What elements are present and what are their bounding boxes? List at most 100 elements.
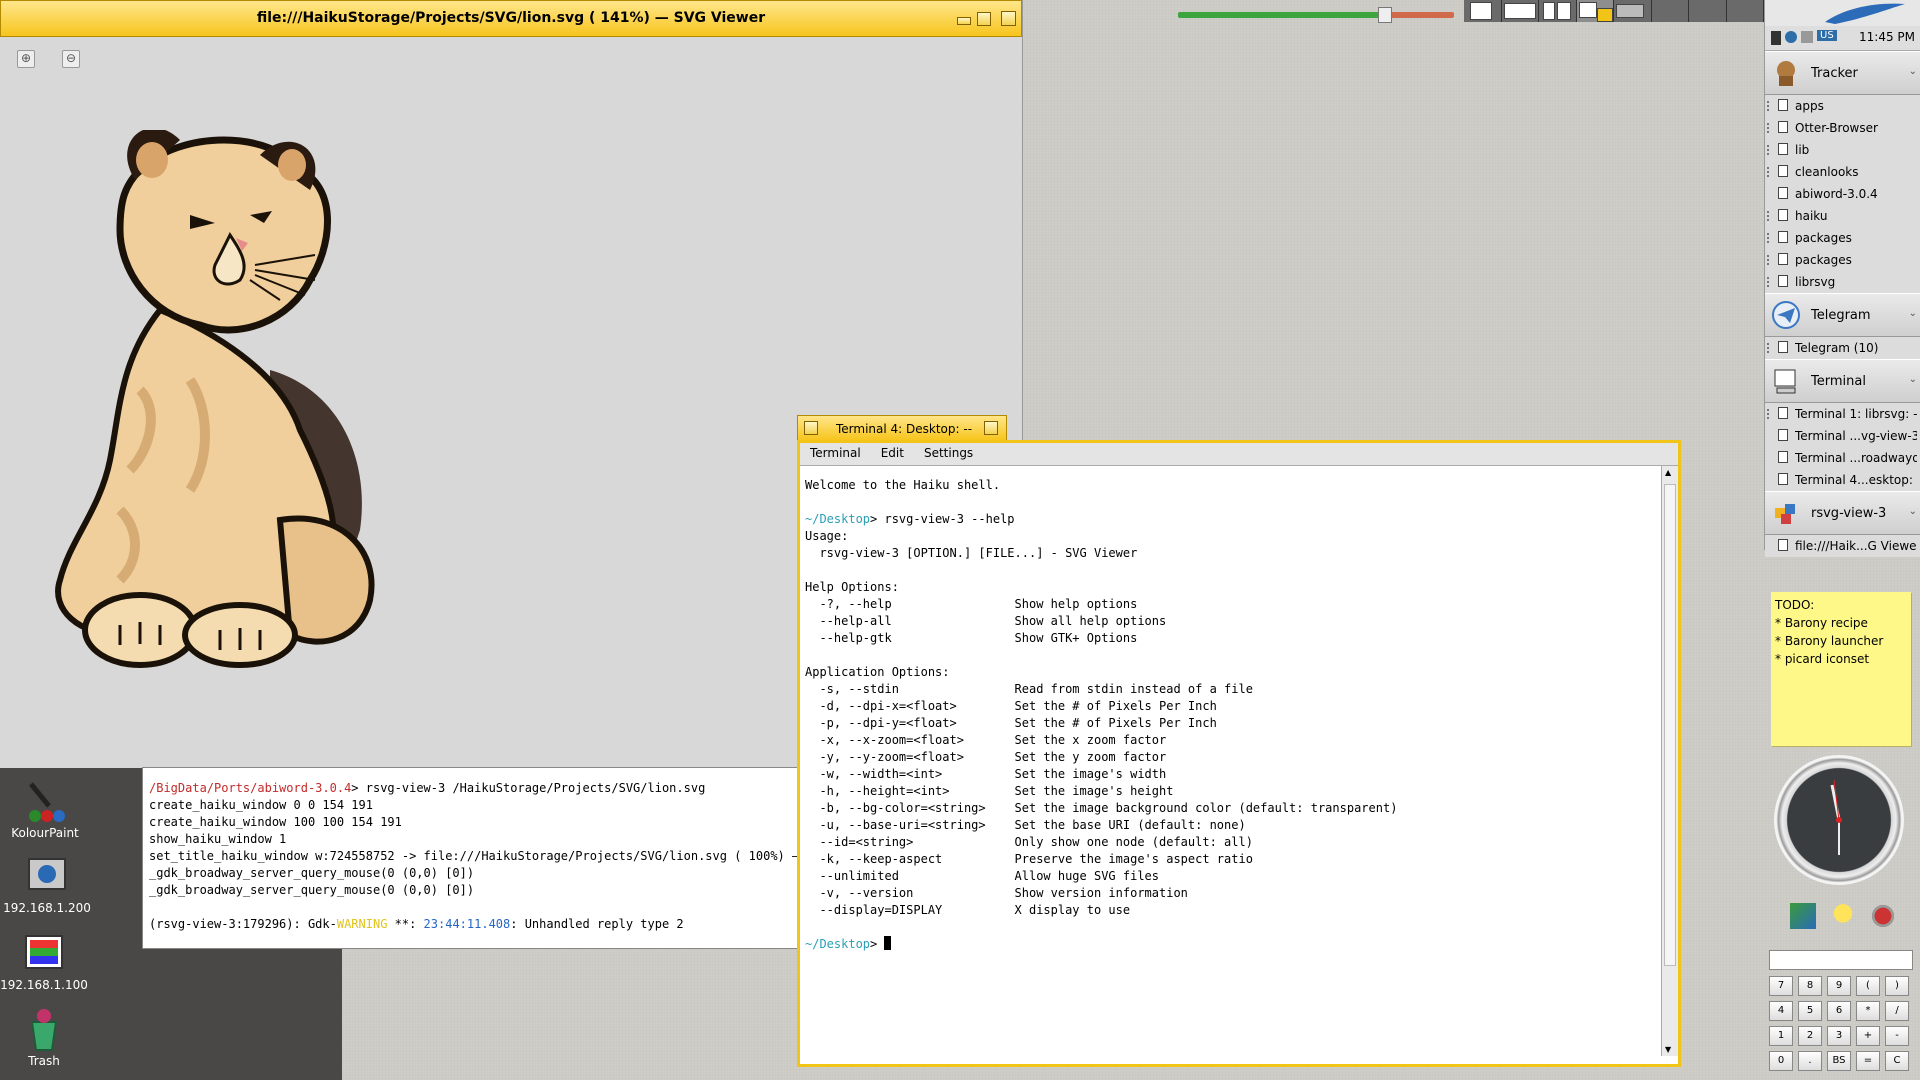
calculator-key[interactable]: 3 [1827,1026,1851,1046]
window-item[interactable]: librsvg [1765,271,1920,293]
calculator-key[interactable]: ) [1885,976,1909,996]
desktop-icon-vnc-100[interactable]: 192.168.1.100 [0,932,94,992]
scroll-down-icon[interactable]: ▼ [1665,1045,1671,1054]
calculator-key[interactable]: ( [1856,976,1880,996]
calculator-display[interactable] [1769,950,1913,970]
calculator-key[interactable]: BS [1827,1051,1851,1071]
workspace-1[interactable] [1464,0,1502,22]
chevron-down-icon[interactable]: ⌄ [1909,66,1917,77]
warning-prefix: (rsvg-view-3:179296): Gdk- [149,917,337,931]
desktop-icon-trash[interactable]: Trash [0,1008,94,1068]
menu-settings[interactable]: Settings [914,443,983,465]
help-line: rsvg-view-3 [OPTION.] [FILE...] - SVG Vi… [819,546,1138,560]
window-item[interactable]: packages [1765,249,1920,271]
desktop-icon-vnc-200[interactable]: 192.168.1.200 [0,855,97,915]
analog-clock[interactable] [1774,755,1904,885]
zoom-out-icon[interactable]: ⊖ [62,50,80,68]
background-terminal-window[interactable]: /BigData/Ports/abiword-3.0.4> rsvg-view-… [142,767,802,949]
network-icon[interactable] [1785,31,1797,43]
workspace-6[interactable] [1651,0,1689,22]
terminal-menubar: Terminal Edit Settings [800,443,1678,466]
window-item[interactable]: Telegram (10) [1765,337,1920,359]
calculator-key[interactable]: 7 [1769,976,1793,996]
tracker-icon [1777,61,1795,86]
calculator-key[interactable]: . [1798,1051,1822,1071]
zoom-window-button[interactable] [984,421,998,435]
window-item[interactable]: file:///Haik...G Viewer [1765,535,1920,557]
calculator-key[interactable]: = [1856,1051,1880,1071]
calculator-key[interactable]: 8 [1798,976,1822,996]
document-icon [1778,429,1788,441]
calculator-key[interactable]: 5 [1798,1001,1822,1021]
close-button[interactable] [804,421,818,435]
chevron-down-icon[interactable]: ⌄ [1909,374,1917,385]
deskbar-clock[interactable]: 11:45 PM [1859,30,1915,44]
terminal-title-tab[interactable]: Terminal 4: Desktop: -- [797,415,1007,441]
team-telegram[interactable]: Telegram ⌄ [1765,293,1920,337]
window-item[interactable]: haiku [1765,205,1920,227]
calculator-key[interactable]: 1 [1769,1026,1793,1046]
chevron-down-icon[interactable]: ⌄ [1909,308,1917,319]
zoom-window-button[interactable] [977,12,991,26]
window-item[interactable]: Terminal ...vg-view-3 [1765,425,1920,447]
team-tracker[interactable]: Tracker ⌄ [1765,51,1920,95]
minimize-button[interactable] [957,17,971,25]
workspace-8[interactable] [1726,0,1764,22]
calculator-key[interactable]: 9 [1827,976,1851,996]
window-item[interactable]: cleanlooks [1765,161,1920,183]
workspace-4[interactable] [1576,0,1614,22]
note-line: * Barony launcher [1775,634,1884,648]
volume-slider[interactable] [1178,7,1454,23]
window-label: Terminal ...roadwayd [1795,451,1917,465]
scroll-up-icon[interactable]: ▲ [1665,468,1671,477]
window-item[interactable]: Terminal 4...esktop: -- [1765,469,1920,491]
volume-level [1178,12,1385,18]
calculator-key[interactable]: / [1885,1001,1909,1021]
svg-viewer-title-tab[interactable]: file:///HaikuStorage/Projects/SVG/lion.s… [0,0,1022,37]
workspace-2[interactable] [1501,0,1539,22]
sticky-note[interactable]: TODO: * Barony recipe * Barony launcher … [1771,592,1911,746]
close-button[interactable] [1001,11,1016,26]
window-label: Terminal ...vg-view-3 [1795,429,1917,443]
document-icon [1778,407,1788,419]
output-line: set_title_haiku_window w:724558752 -> fi… [149,849,802,863]
process-monitor-icon[interactable] [1771,31,1781,45]
window-item[interactable]: Terminal ...roadwayd [1765,447,1920,469]
terminal-scrollbar[interactable]: ▲ ▼ [1661,466,1678,1056]
window-label: Otter-Browser [1795,121,1878,135]
calculator-key[interactable]: - [1885,1026,1909,1046]
haiku-leaf-icon[interactable] [1765,0,1920,26]
calculator-key[interactable]: + [1856,1026,1880,1046]
terminal-view[interactable]: Welcome to the Haiku shell. ~/Desktop> r… [803,468,1660,1056]
zoom-in-icon[interactable]: ⊕ [17,50,35,68]
chevron-down-icon[interactable]: ⌄ [1909,506,1917,517]
team-rsvg-view[interactable]: rsvg-view-3 ⌄ [1765,491,1920,535]
window-item[interactable]: apps [1765,95,1920,117]
calculator-key[interactable]: 2 [1798,1026,1822,1046]
workspace-3[interactable] [1539,0,1577,22]
window-item[interactable]: Terminal 1: librsvg: -- [1765,403,1920,425]
calculator-key[interactable]: 0 [1769,1051,1793,1071]
workspace-5[interactable] [1614,0,1652,22]
power-icon[interactable] [1870,903,1896,929]
window-item[interactable]: abiword-3.0.4 [1765,183,1920,205]
lightbulb-icon[interactable] [1830,903,1856,929]
window-item[interactable]: Otter-Browser [1765,117,1920,139]
workspace-7[interactable] [1689,0,1727,22]
mail-icon[interactable] [1801,31,1813,43]
window-item[interactable]: lib [1765,139,1920,161]
calculator-key[interactable]: C [1885,1051,1909,1071]
calculator-key[interactable]: 4 [1769,1001,1793,1021]
window-item[interactable]: packages [1765,227,1920,249]
menu-edit[interactable]: Edit [871,443,914,465]
calculator-key[interactable]: * [1856,1001,1880,1021]
keymap-badge[interactable]: US [1817,30,1837,41]
volume-knob[interactable] [1378,7,1392,23]
team-terminal[interactable]: Terminal ⌄ [1765,359,1920,403]
desktop-icon-kolourpaint[interactable]: KolourPaint [0,780,95,840]
scrollbar-thumb[interactable] [1664,484,1676,966]
menu-terminal[interactable]: Terminal [800,443,871,465]
calculator-key[interactable]: 6 [1827,1001,1851,1021]
workspace-flag-icon[interactable] [1790,903,1816,929]
window-label: Terminal 1: librsvg: -- [1795,407,1917,421]
